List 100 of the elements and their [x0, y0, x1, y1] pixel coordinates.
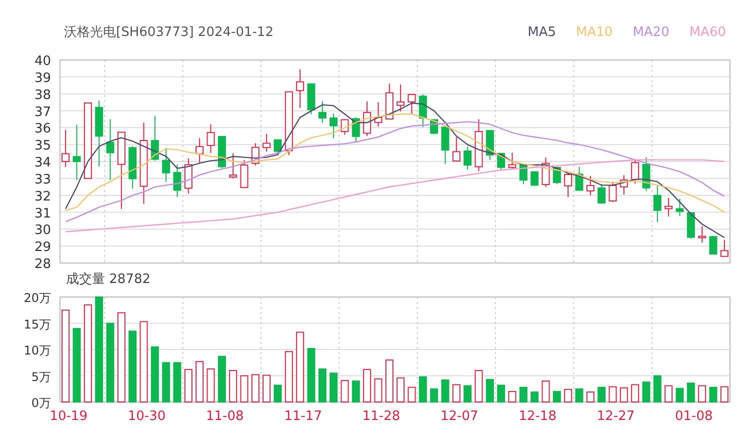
candlestick	[385, 83, 394, 120]
candlestick	[106, 118, 114, 181]
volume-bar	[162, 362, 170, 402]
candlestick	[284, 91, 293, 156]
candlestick	[396, 84, 405, 112]
volume-bar	[452, 384, 460, 402]
legend-label: MA5	[528, 24, 556, 40]
volume-bar	[296, 332, 304, 402]
candlestick	[474, 118, 483, 172]
candlestick	[150, 115, 159, 162]
candlestick	[564, 173, 572, 198]
axis-label: 30	[34, 223, 51, 238]
volume-bar	[206, 368, 215, 402]
candlestick	[262, 133, 271, 152]
volume-bar	[128, 330, 137, 402]
volume-bar	[676, 388, 684, 402]
candlestick	[218, 136, 226, 169]
axis-label: 29	[34, 240, 51, 256]
volume-bar	[418, 376, 427, 402]
axis-label: 36	[34, 122, 51, 137]
legend-label: MA10	[576, 24, 613, 40]
volume-bar	[262, 374, 271, 402]
candlestick	[196, 138, 204, 164]
legend-label: MA20	[632, 24, 670, 40]
volume-bar	[374, 378, 382, 402]
candlestick	[206, 124, 215, 154]
axis-label: 5万	[31, 370, 51, 384]
volume-bar	[441, 379, 450, 402]
legend-label: MA60	[689, 24, 726, 40]
volume-bar	[251, 374, 260, 402]
candlestick	[642, 156, 650, 192]
axis-label: 33	[34, 172, 51, 188]
candlestick	[418, 94, 427, 128]
volume-bar	[653, 375, 662, 402]
volume-bar	[631, 384, 640, 402]
axis-label: 32	[34, 189, 51, 204]
volume-bar	[307, 348, 316, 402]
axis-label: 01-08	[675, 409, 713, 424]
axis-label: 12-27	[596, 409, 635, 424]
candlestick	[307, 83, 316, 115]
axis-label: 12-07	[440, 409, 478, 424]
volume-bar	[284, 351, 293, 402]
candlestick	[296, 68, 304, 109]
volume-bar	[642, 382, 650, 402]
volume-bar	[352, 380, 360, 402]
candlestick	[464, 146, 472, 170]
candlestick	[620, 174, 628, 196]
candlestick	[184, 158, 192, 194]
volume-bar	[552, 391, 561, 402]
axis-label: 28	[34, 257, 51, 270]
axis-label: 15万	[24, 317, 51, 332]
candlestick	[452, 136, 460, 162]
volume-bar	[396, 377, 405, 402]
volume-bar	[519, 386, 528, 402]
axis-label: 11-28	[362, 409, 400, 424]
candlestick	[530, 171, 539, 187]
volume-bar	[274, 384, 282, 402]
axis-label: 0万	[31, 396, 51, 410]
candlestick	[330, 113, 338, 139]
volume-bar	[508, 391, 516, 402]
volume-bar	[330, 372, 338, 402]
volume-bar	[586, 392, 594, 402]
candlestick	[608, 181, 617, 203]
volume-bar	[363, 368, 372, 402]
volume-bar	[486, 378, 494, 402]
volume-bar	[464, 385, 472, 402]
candlestick	[352, 117, 360, 142]
axis-label: 10万	[24, 344, 51, 358]
volume-bar	[474, 370, 483, 402]
volume-bar	[229, 370, 238, 402]
volume-bar	[720, 386, 728, 402]
volume-bar	[408, 386, 416, 402]
volume-bar	[608, 386, 617, 402]
volume-bar	[318, 368, 326, 402]
volume-bar	[664, 385, 673, 402]
candlestick	[72, 124, 81, 181]
volume-bar	[196, 361, 204, 402]
axis-label: 38	[34, 88, 51, 103]
candlestick	[486, 130, 494, 160]
candlestick	[686, 212, 695, 240]
axis-label: 37	[34, 104, 51, 120]
candlestick	[575, 166, 584, 191]
axis-label: 12-18	[518, 409, 556, 424]
candlestick	[631, 159, 640, 184]
volume-bar	[709, 386, 718, 402]
volume-label: 成交量 28782	[66, 271, 150, 288]
volume-bar	[575, 388, 584, 402]
axis-label: 10-19	[50, 409, 88, 424]
candlestick	[173, 164, 182, 198]
axis-label: 11-17	[284, 409, 322, 424]
axis-label: 20万	[24, 291, 51, 305]
candlestick	[374, 102, 382, 127]
axis-label: 34	[34, 156, 51, 170]
candlestick	[340, 118, 349, 136]
candlestick	[251, 142, 260, 166]
candlestick	[698, 226, 706, 244]
candlestick	[162, 147, 170, 182]
candlestick	[676, 198, 684, 217]
axis-label: 40	[34, 54, 51, 69]
axis-label: 10-30	[128, 409, 166, 424]
